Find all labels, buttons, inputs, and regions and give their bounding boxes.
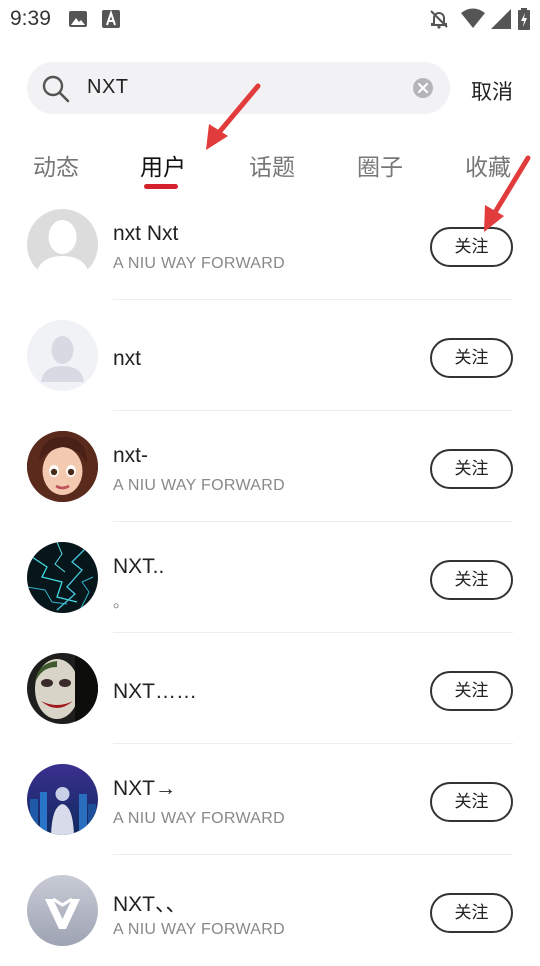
user-name: NXT、、 xyxy=(113,893,187,916)
list-item[interactable]: nxt Nxt A NIU WAY FORWARD 关注 xyxy=(0,189,540,300)
clear-icon[interactable] xyxy=(412,77,434,104)
user-name: NXT→ xyxy=(113,777,176,800)
follow-button[interactable]: 关注 xyxy=(430,671,513,711)
user-subtitle: A NIU WAY FORWARD xyxy=(113,810,285,827)
search-query: NXT xyxy=(87,76,129,98)
user-name: NXT…… xyxy=(113,680,197,703)
cancel-button[interactable]: 取消 xyxy=(471,76,513,106)
follow-button[interactable]: 关注 xyxy=(430,449,513,489)
wifi-icon xyxy=(460,8,486,35)
list-item[interactable]: NXT→ A NIU WAY FORWARD 关注 xyxy=(0,744,540,855)
a-badge-icon xyxy=(102,9,120,33)
cartoon-girl-avatar[interactable] xyxy=(27,431,98,502)
user-subtitle: A NIU WAY FORWARD xyxy=(113,921,285,938)
user-name: NXT.. xyxy=(113,555,165,578)
user-subtitle: A NIU WAY FORWARD xyxy=(113,477,285,494)
tab-dynamics[interactable]: 动态 xyxy=(33,148,79,182)
user-list: nxt Nxt A NIU WAY FORWARD 关注 nxt 关注 nxt-… xyxy=(0,189,540,966)
list-item[interactable]: NXT…… 关注 xyxy=(0,633,540,744)
user-name: nxt Nxt xyxy=(113,222,179,245)
list-item[interactable]: nxt- A NIU WAY FORWARD 关注 xyxy=(0,411,540,522)
default-person-avatar[interactable] xyxy=(27,320,98,391)
list-item[interactable]: NXT.. 。 关注 xyxy=(0,522,540,633)
default-silhouette-avatar[interactable] xyxy=(27,209,98,280)
list-item[interactable]: NXT、、 A NIU WAY FORWARD 关注 xyxy=(0,855,540,966)
follow-button[interactable]: 关注 xyxy=(430,782,513,822)
joker-avatar[interactable] xyxy=(27,653,98,724)
search-icon xyxy=(41,74,71,109)
user-name: nxt xyxy=(113,347,142,370)
annotation-arrow-tab xyxy=(206,83,261,150)
image-icon xyxy=(68,10,88,33)
lightning-avatar[interactable] xyxy=(27,542,98,613)
follow-button[interactable]: 关注 xyxy=(430,338,513,378)
city-night-avatar[interactable] xyxy=(27,764,98,835)
tab-users[interactable]: 用户 xyxy=(140,148,186,182)
status-time: 9:39 xyxy=(10,7,51,30)
niu-logo-avatar[interactable] xyxy=(27,875,98,946)
user-subtitle: 。 xyxy=(113,594,130,611)
tab-circles[interactable]: 圈子 xyxy=(357,148,403,182)
follow-button[interactable]: 关注 xyxy=(430,560,513,600)
user-subtitle: A NIU WAY FORWARD xyxy=(113,255,285,272)
follow-button[interactable]: 关注 xyxy=(430,893,513,933)
user-name: nxt- xyxy=(113,444,149,467)
status-bar: 9:39 xyxy=(0,0,540,38)
list-item[interactable]: nxt 关注 xyxy=(0,300,540,411)
bell-off-icon xyxy=(428,8,450,35)
signal-icon xyxy=(490,8,512,35)
annotation-arrow-follow xyxy=(484,155,531,232)
battery-charging-icon xyxy=(518,8,530,35)
